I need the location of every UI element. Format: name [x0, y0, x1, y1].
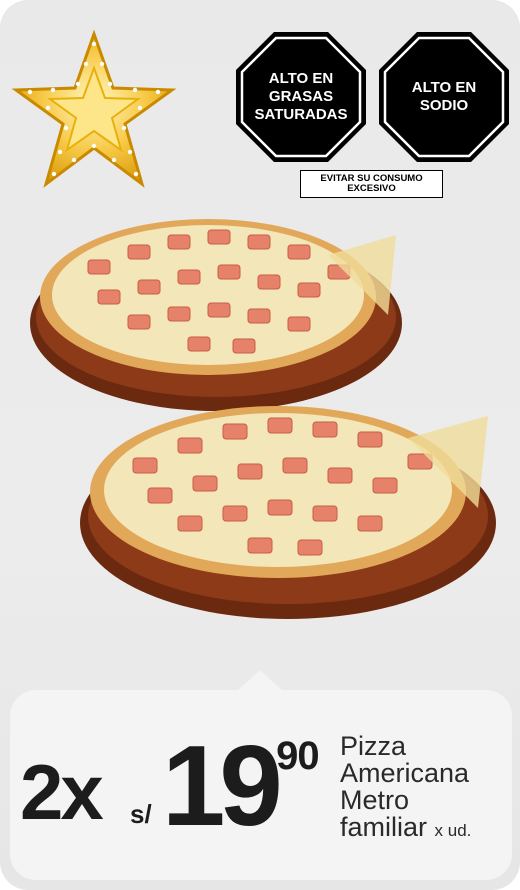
- quantity-label: 2x: [20, 748, 104, 836]
- promo-card[interactable]: ALTO EN GRASAS SATURADAS ALTO EN SODIO E…: [0, 0, 520, 890]
- product-description: Pizza Americana Metro familiar x ud.: [340, 733, 510, 844]
- pizza-image: [80, 406, 496, 619]
- unit-label: x ud.: [434, 821, 472, 840]
- product-line: familiar: [340, 812, 428, 842]
- pizza-image: [30, 219, 402, 411]
- warning-label-sodium: ALTO EN SODIO: [411, 79, 477, 114]
- warning-octagon-sodium: ALTO EN SODIO: [377, 30, 511, 164]
- product-line: Metro: [340, 785, 410, 815]
- product-line: Americana: [340, 758, 470, 788]
- warning-label-saturated-fat: ALTO EN GRASAS SATURADAS: [254, 70, 348, 123]
- price-decimal: .90: [266, 734, 320, 778]
- warning-octagon-saturated-fat: ALTO EN GRASAS SATURADAS: [234, 30, 368, 164]
- star-icon: [11, 29, 177, 188]
- advisory-box: EVITAR SU CONSUMO EXCESIVO: [300, 170, 443, 198]
- product-line-last: familiar x ud.: [340, 814, 510, 844]
- product-line: Pizza: [340, 731, 407, 761]
- currency-symbol: s/: [130, 799, 152, 829]
- price-integer: 19: [162, 723, 283, 850]
- price-panel-notch: [236, 670, 284, 692]
